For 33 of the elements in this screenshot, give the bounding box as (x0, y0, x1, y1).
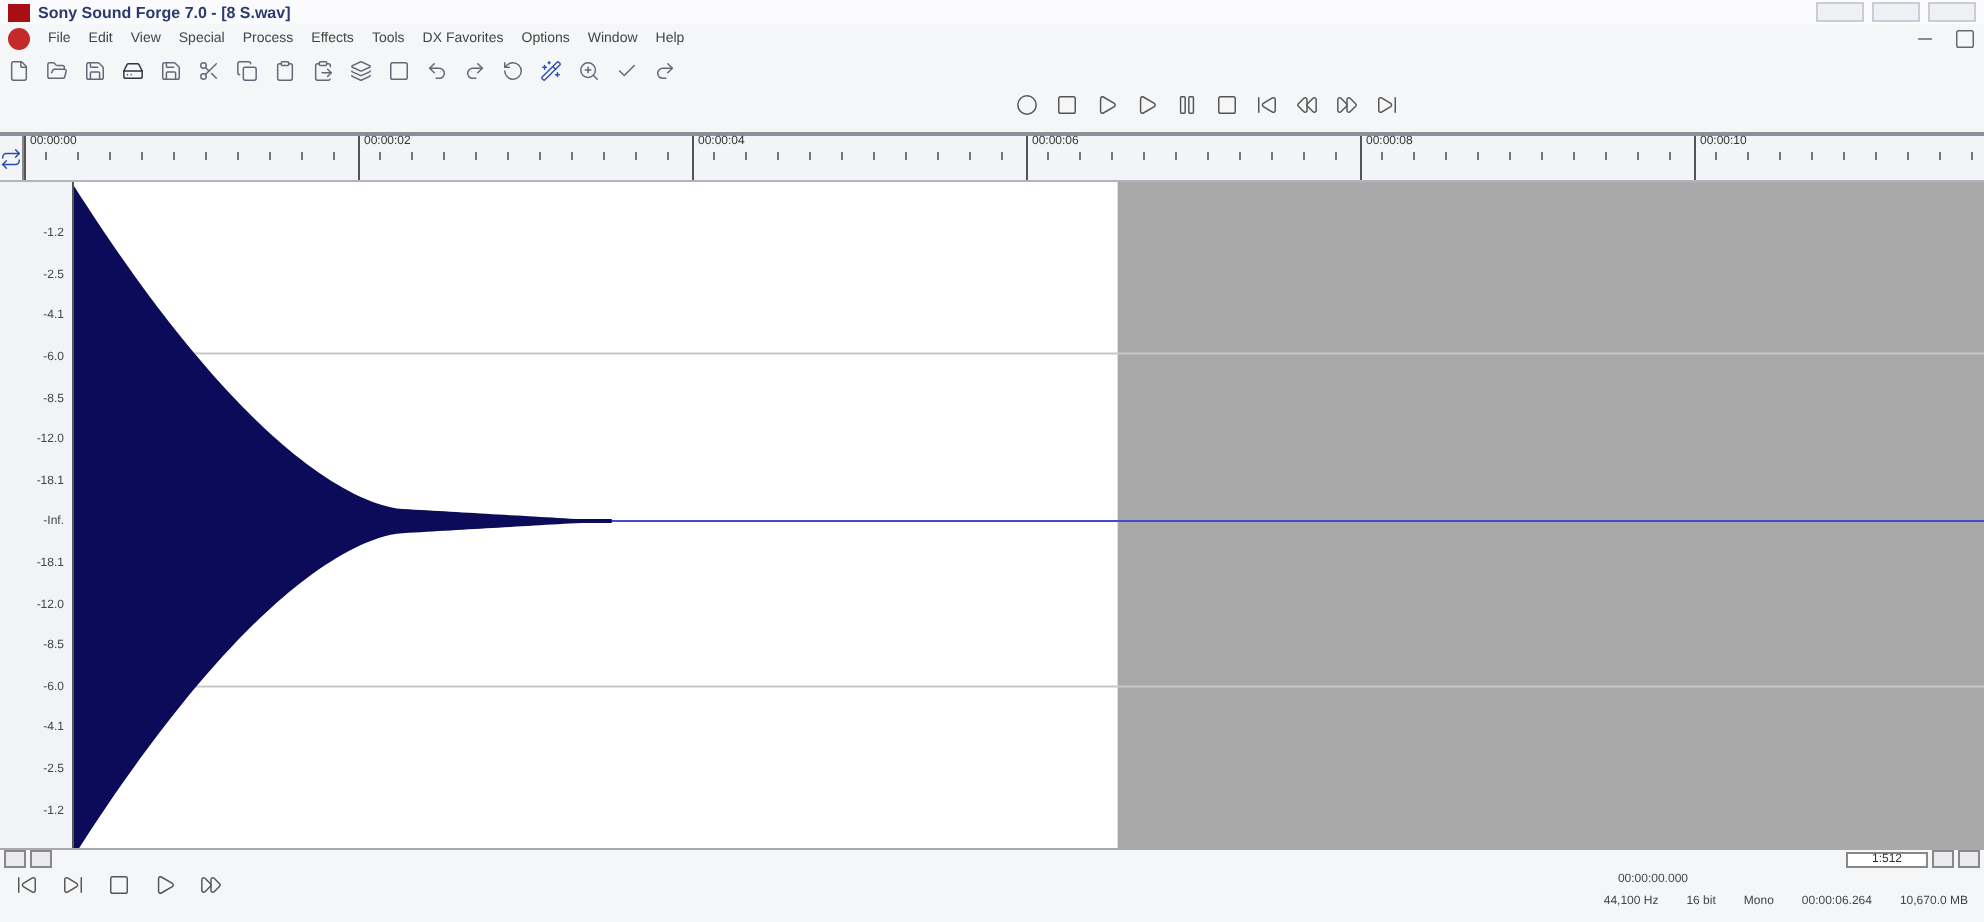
go-to-end-icon[interactable] (1376, 93, 1398, 115)
zoom-icon[interactable] (578, 59, 600, 81)
go-to-start-icon[interactable] (16, 874, 38, 896)
copy-icon[interactable] (236, 59, 258, 81)
go-to-end-icon[interactable] (62, 874, 84, 896)
zoom-out-button[interactable] (1932, 850, 1954, 868)
stop-icon[interactable] (108, 874, 130, 896)
rewind-icon[interactable] (1296, 93, 1318, 115)
wand-icon[interactable] (540, 59, 562, 81)
record-icon[interactable] (1016, 93, 1038, 115)
zoom-out-button[interactable] (4, 850, 26, 868)
play-icon[interactable] (1136, 93, 1158, 115)
new-file-icon[interactable] (8, 59, 30, 81)
play-icon[interactable] (154, 874, 176, 896)
stop-icon[interactable] (1216, 93, 1238, 115)
go-to-start-icon[interactable] (1256, 93, 1278, 115)
open-icon[interactable] (46, 59, 68, 81)
paste-icon[interactable] (274, 59, 296, 81)
cut-icon[interactable] (198, 59, 220, 81)
pause-icon[interactable] (1176, 93, 1198, 115)
restore-icon[interactable] (1954, 27, 1976, 49)
document-icon (8, 27, 30, 49)
redo-icon[interactable] (464, 59, 486, 81)
undo-icon[interactable] (426, 59, 448, 81)
zoom-in-button[interactable] (1958, 850, 1980, 868)
check-icon[interactable] (616, 59, 638, 81)
app-icon (8, 3, 30, 21)
zoom-in-button[interactable] (30, 850, 52, 868)
save-as-icon[interactable] (160, 59, 182, 81)
repeat-icon[interactable] (502, 59, 524, 81)
save-icon[interactable] (84, 59, 106, 81)
fast-forward-icon[interactable] (1336, 93, 1358, 115)
window-title: Sony Sound Forge 7.0 - [8 S.wav] (38, 3, 291, 21)
